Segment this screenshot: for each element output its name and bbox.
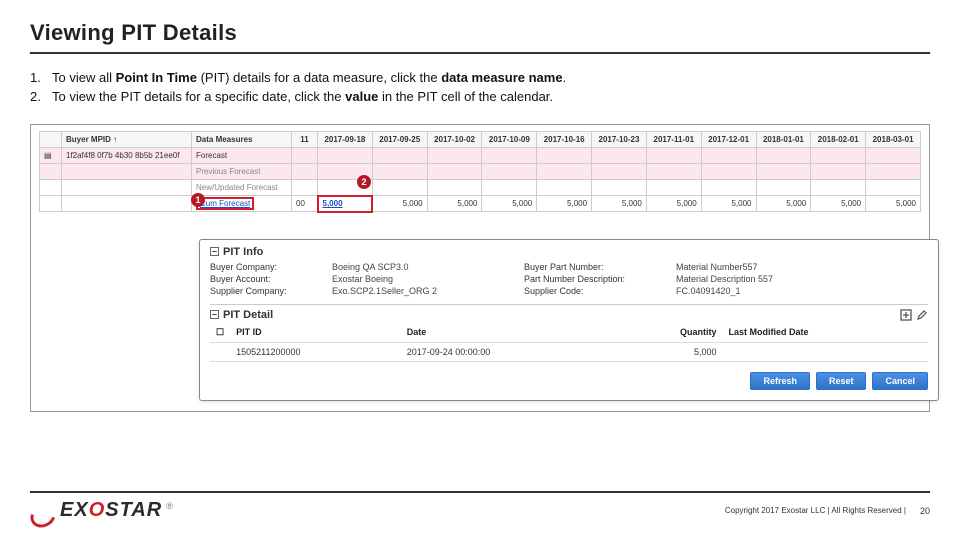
cum-val[interactable]: 5,000 bbox=[756, 196, 811, 212]
cum-val[interactable]: 5,000 bbox=[427, 196, 482, 212]
val-buyer-company: Boeing QA SCP3.0 bbox=[332, 262, 512, 272]
edit-icon[interactable] bbox=[916, 309, 928, 321]
refresh-button[interactable]: Refresh bbox=[750, 372, 810, 390]
pit-date-cell: 2017-09-24 00:00:00 bbox=[401, 342, 614, 361]
t: in the PIT cell of the calendar. bbox=[378, 89, 553, 104]
collapse-icon[interactable]: – bbox=[210, 247, 219, 256]
date-header[interactable]: 2017-10-23 bbox=[592, 132, 647, 148]
val-supplier-code: FC.04091420_1 bbox=[676, 286, 928, 296]
th-date[interactable]: Date bbox=[401, 323, 614, 343]
th-mod[interactable]: Last Modified Date bbox=[722, 323, 928, 343]
date-header[interactable]: 2017-10-09 bbox=[482, 132, 537, 148]
page-number: 20 bbox=[920, 506, 930, 516]
val-part-desc: Material Description 557 bbox=[676, 274, 928, 284]
pit-info-header[interactable]: – PIT Info bbox=[210, 246, 928, 258]
pit-info-panel: – PIT Info Buyer Company: Boeing QA SCP3… bbox=[199, 239, 939, 401]
t: Point In Time bbox=[116, 70, 197, 85]
data-measures-header[interactable]: Data Measures bbox=[192, 132, 292, 148]
pit-info-title: PIT Info bbox=[223, 246, 263, 258]
date-header[interactable]: 2017-10-16 bbox=[537, 132, 592, 148]
corner-cell bbox=[40, 132, 62, 148]
pit-detail-title: PIT Detail bbox=[223, 309, 273, 321]
t: To view the PIT details for a specific d… bbox=[52, 89, 345, 104]
lbl-supplier-company: Supplier Company: bbox=[210, 286, 320, 296]
pit-detail-table: ☐ PIT ID Date Quantity Last Modified Dat… bbox=[210, 323, 928, 362]
instructions: 1. To view all Point In Time (PIT) detai… bbox=[30, 70, 930, 104]
callout-marker-1: 1 bbox=[191, 193, 205, 207]
t: (PIT) details for a data measure, click … bbox=[197, 70, 441, 85]
cum-c0: 00 bbox=[292, 196, 318, 212]
date-header[interactable]: 2017-09-18 bbox=[318, 132, 373, 148]
lbl-supplier-code: Supplier Code: bbox=[524, 286, 664, 296]
logo-swoosh-icon bbox=[30, 501, 56, 521]
date-header[interactable]: 2017-10-02 bbox=[427, 132, 482, 148]
t: value bbox=[345, 89, 378, 104]
lbl-part-desc: Part Number Description: bbox=[524, 274, 664, 284]
date-header[interactable]: 2018-02-01 bbox=[811, 132, 866, 148]
measure-new-forecast[interactable]: New/Updated Forecast bbox=[192, 180, 292, 196]
val-buyer-part: Material Number557 bbox=[676, 262, 928, 272]
date-header[interactable]: 2017-12-01 bbox=[701, 132, 756, 148]
cancel-button[interactable]: Cancel bbox=[872, 372, 928, 390]
val-supplier-company: Exo.SCP2.1Seller_ORG 2 bbox=[332, 286, 512, 296]
pit-id-cell: 1505211200000 bbox=[230, 342, 401, 361]
cum-val-highlight[interactable]: 5,000 bbox=[318, 196, 373, 212]
val-buyer-account: Exostar Boeing bbox=[332, 274, 512, 284]
checkbox-header[interactable]: ☐ bbox=[210, 323, 230, 343]
pit-mod-cell bbox=[722, 342, 928, 361]
reset-button[interactable]: Reset bbox=[816, 372, 867, 390]
logo-text-2: STAR bbox=[105, 499, 162, 521]
copyright-text: Copyright 2017 Exostar LLC | All Rights … bbox=[725, 506, 906, 515]
th-qty[interactable]: Quantity bbox=[614, 323, 722, 343]
t: . bbox=[563, 70, 567, 85]
screenshot-frame: Buyer MPID ↑ Data Measures 11 2017-09-18… bbox=[30, 124, 930, 412]
date-header[interactable]: 2018-03-01 bbox=[866, 132, 921, 148]
mpid-cell[interactable]: 1f2af4f8 0f7b 4b30 8b5b 21ee0f bbox=[62, 148, 192, 164]
collapse-icon[interactable]: – bbox=[210, 310, 219, 319]
pit-qty-cell: 5,000 bbox=[614, 342, 722, 361]
t: To view all bbox=[52, 70, 116, 85]
buyer-mpid-header[interactable]: Buyer MPID ↑ bbox=[62, 132, 192, 148]
exostar-logo: EXOSTAR ® bbox=[30, 499, 173, 522]
page-title: Viewing PIT Details bbox=[30, 20, 930, 54]
step-2-num: 2. bbox=[30, 89, 52, 104]
cum-val[interactable]: 5,000 bbox=[537, 196, 592, 212]
registered-icon: ® bbox=[166, 501, 173, 511]
step-2-text: To view the PIT details for a specific d… bbox=[52, 89, 553, 104]
measure-prev-forecast[interactable]: Previous Forecast bbox=[192, 164, 292, 180]
cum-val[interactable]: 5,000 bbox=[646, 196, 701, 212]
t: data measure name bbox=[441, 70, 562, 85]
slide-footer: EXOSTAR ® Copyright 2017 Exostar LLC | A… bbox=[0, 491, 960, 522]
calendar-grid: Buyer MPID ↑ Data Measures 11 2017-09-18… bbox=[39, 131, 921, 213]
row-expand-icon[interactable]: ▤ bbox=[40, 148, 62, 164]
lbl-buyer-account: Buyer Account: bbox=[210, 274, 320, 284]
th-pit-id[interactable]: PIT ID bbox=[230, 323, 401, 343]
lbl-buyer-part: Buyer Part Number: bbox=[524, 262, 664, 272]
callout-marker-2: 2 bbox=[357, 175, 371, 189]
measure-cum-forecast[interactable]: Cum Forecast bbox=[192, 196, 292, 212]
step-1-num: 1. bbox=[30, 70, 52, 85]
lbl-buyer-company: Buyer Company: bbox=[210, 262, 320, 272]
date-header[interactable]: 2017-11-01 bbox=[646, 132, 701, 148]
measure-forecast[interactable]: Forecast bbox=[192, 148, 292, 164]
cum-val[interactable]: 5,000 bbox=[482, 196, 537, 212]
step-1-text: To view all Point In Time (PIT) details … bbox=[52, 70, 566, 85]
cum-forecast-link[interactable]: Cum Forecast bbox=[200, 199, 250, 208]
col-a-header: 11 bbox=[292, 132, 318, 148]
export-icon[interactable] bbox=[900, 309, 912, 321]
cum-val[interactable]: 5,000 bbox=[372, 196, 427, 212]
cum-val[interactable]: 5,000 bbox=[592, 196, 647, 212]
date-header[interactable]: 2018-01-01 bbox=[756, 132, 811, 148]
logo-text-o: O bbox=[89, 499, 106, 521]
cum-val[interactable]: 5,000 bbox=[811, 196, 866, 212]
cum-val[interactable]: 5,000 bbox=[866, 196, 921, 212]
date-header[interactable]: 2017-09-25 bbox=[372, 132, 427, 148]
table-row[interactable]: 1505211200000 2017-09-24 00:00:00 5,000 bbox=[210, 342, 928, 361]
cum-val[interactable]: 5,000 bbox=[701, 196, 756, 212]
logo-text-1: EX bbox=[60, 499, 89, 521]
